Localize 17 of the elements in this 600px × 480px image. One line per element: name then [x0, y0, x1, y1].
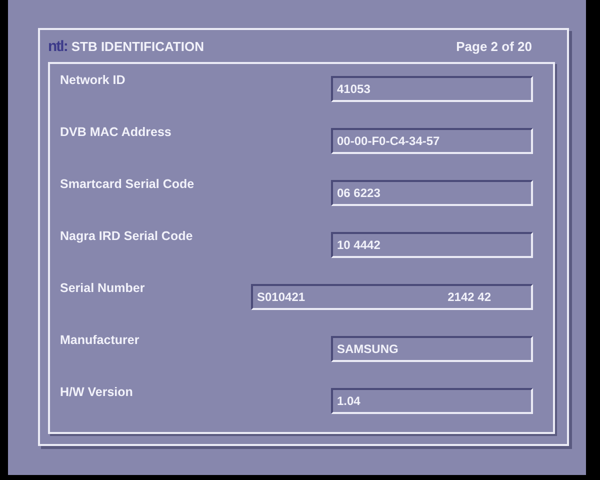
- value-field: SAMSUNG: [331, 336, 533, 362]
- value-field: 06 6223: [331, 180, 533, 206]
- screen-title: STB IDENTIFICATION: [71, 38, 204, 54]
- field-label: Serial Number: [60, 281, 145, 295]
- value-field: 1.04: [331, 388, 533, 414]
- logo: ntl:: [48, 38, 68, 54]
- field-label: Nagra IRD Serial Code: [60, 229, 193, 243]
- field-label: Manufacturer: [60, 333, 140, 347]
- field-label: Network ID: [60, 73, 126, 87]
- field-label: Smartcard Serial Code: [60, 177, 194, 191]
- value-field: S010421 2142 42: [251, 284, 533, 310]
- value-field: 41053: [331, 76, 533, 102]
- page-indicator: Page 2 of 20: [456, 38, 532, 54]
- field-label: H/W Version: [60, 385, 133, 399]
- value-field: 00-00-F0-C4-34-57: [331, 128, 533, 154]
- value-field: 10 4442: [331, 232, 533, 258]
- field-label: DVB MAC Address: [60, 125, 172, 139]
